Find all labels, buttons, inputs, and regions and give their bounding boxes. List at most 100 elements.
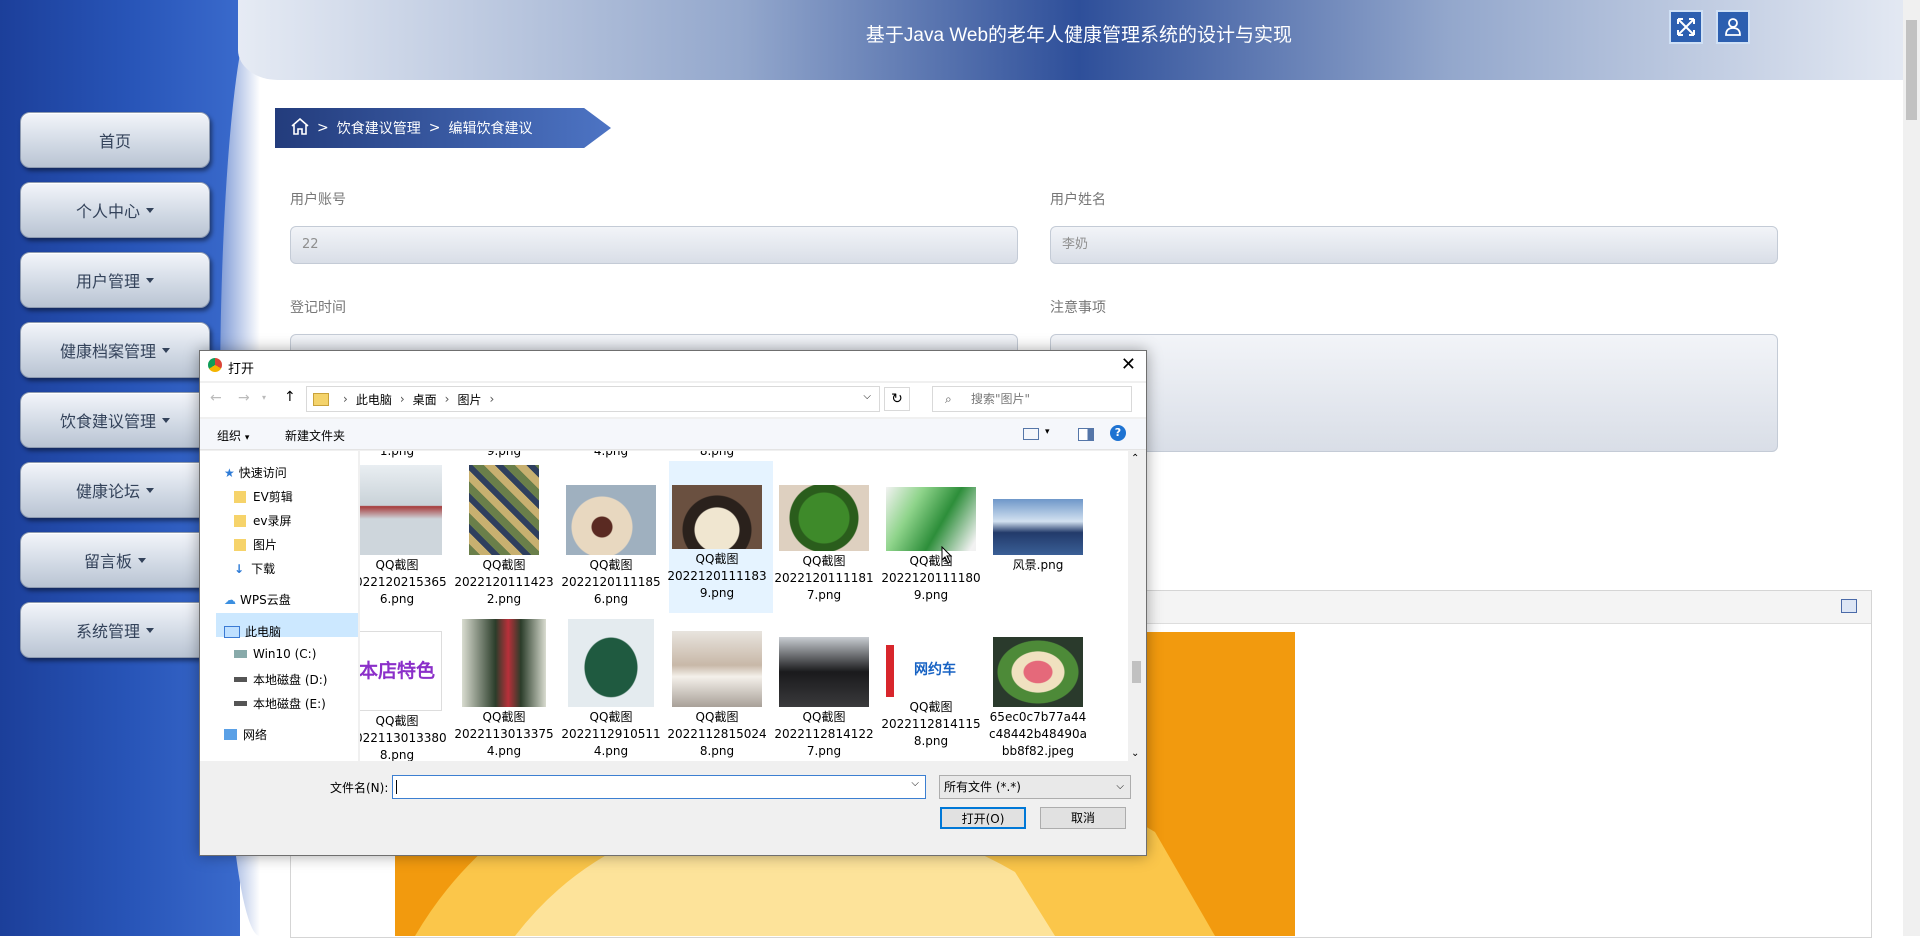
nav-quick-access[interactable]: ★ 快速访问 bbox=[224, 464, 287, 481]
nav-network[interactable]: 网络 bbox=[224, 726, 267, 743]
new-folder-button[interactable]: 新建文件夹 bbox=[285, 427, 345, 444]
download-icon: ↓ bbox=[234, 561, 245, 576]
recent-dropdown-icon[interactable]: ▾ bbox=[262, 393, 266, 402]
chevron-down-icon[interactable]: ▾ bbox=[1045, 427, 1050, 437]
chevron-down-icon bbox=[146, 277, 154, 283]
sidebar-item-personal-center[interactable]: 个人中心 bbox=[20, 182, 210, 238]
file-item-partial[interactable]: 9.png bbox=[454, 451, 554, 460]
file-item-selected[interactable]: QQ截图 2022120111183 9.png bbox=[667, 485, 767, 602]
user-button[interactable] bbox=[1716, 10, 1750, 44]
sidebar-item-home[interactable]: 首页 bbox=[20, 112, 210, 168]
chevron-down-icon bbox=[146, 627, 154, 633]
time-label: 登记时间 bbox=[290, 300, 346, 316]
sidebar-item-message-board[interactable]: 留言板 bbox=[20, 532, 210, 588]
open-button[interactable]: 打开(O) bbox=[940, 807, 1026, 829]
sidebar-item-system-management[interactable]: 系统管理 bbox=[20, 602, 210, 658]
nav-this-pc[interactable]: 此电脑 bbox=[224, 623, 281, 640]
file-item[interactable]: QQ截图 2022120111181 7.png bbox=[774, 485, 874, 604]
help-icon[interactable]: ? bbox=[1110, 425, 1126, 441]
file-item[interactable]: 65ec0c7b77a44 c48442b48490a bb8f82.jpeg bbox=[988, 637, 1088, 760]
sidebar-item-user-management[interactable]: 用户管理 bbox=[20, 252, 210, 308]
close-icon[interactable]: ✕ bbox=[1121, 355, 1136, 375]
file-item[interactable]: QQ截图 2022120111423 2.png bbox=[454, 465, 554, 608]
mouse-cursor-icon bbox=[941, 546, 953, 564]
file-item[interactable]: QQ截图 2022112815024 8.png bbox=[667, 631, 767, 760]
account-label: 用户账号 bbox=[290, 192, 346, 208]
filename-input[interactable]: ⌵ bbox=[392, 775, 926, 799]
breadcrumb-diet-management[interactable]: 饮食建议管理 bbox=[337, 118, 421, 138]
path-desktop[interactable]: 桌面 bbox=[413, 391, 437, 408]
chevron-down-icon bbox=[146, 487, 154, 493]
filename-label: 文件名(N): bbox=[330, 781, 389, 795]
view-icon[interactable] bbox=[1023, 428, 1039, 440]
file-item[interactable]: QQ截图 2022120111180 9.png bbox=[881, 487, 981, 604]
sidebar-item-health-forum[interactable]: 健康论坛 bbox=[20, 462, 210, 518]
organize-button[interactable]: 组织 ▾ bbox=[217, 427, 249, 444]
nav-drive-d[interactable]: 本地磁盘 (D:) bbox=[234, 671, 327, 688]
open-file-dialog: 打开 ✕ ← → ▾ ↑ › 此电脑 › 桌面 › 图片 › ⌵ ↻ ⌕ 搜索"… bbox=[199, 350, 1147, 856]
user-icon bbox=[1725, 18, 1741, 36]
preview-pane-icon[interactable] bbox=[1078, 428, 1094, 441]
file-item[interactable]: QQ截图 2022120111185 6.png bbox=[561, 485, 661, 608]
nav-folder-downloads[interactable]: ↓ 下载 bbox=[234, 560, 275, 577]
chevron-down-icon[interactable]: ⌵ bbox=[863, 391, 871, 402]
sidebar-item-label: 健康论坛 bbox=[75, 482, 140, 501]
up-icon[interactable]: ↑ bbox=[284, 389, 296, 405]
file-item[interactable]: QQ截图 2022113013375 4.png bbox=[454, 619, 554, 760]
header: 基于Java Web的老年人健康管理系统的设计与实现 bbox=[238, 0, 1920, 80]
sidebar-item-label: 饮食建议管理 bbox=[59, 412, 156, 431]
sidebar-item-diet-advice[interactable]: 饮食建议管理 bbox=[20, 392, 210, 448]
drive-icon bbox=[234, 650, 247, 658]
file-item-partial[interactable]: 1.png bbox=[360, 451, 447, 460]
address-bar[interactable]: › 此电脑 › 桌面 › 图片 › ⌵ bbox=[306, 386, 880, 412]
file-item[interactable]: QQ截图20221202153656.png bbox=[360, 465, 447, 608]
file-item[interactable]: 网约车 QQ截图 2022112814115 8.png bbox=[881, 645, 981, 750]
filetype-select[interactable]: 所有文件 (*.*) ⌵ bbox=[939, 775, 1131, 799]
file-item[interactable]: 风景.png bbox=[988, 499, 1088, 574]
nav-folder-pictures[interactable]: 图片 bbox=[234, 536, 277, 553]
notes-textarea[interactable] bbox=[1050, 334, 1778, 452]
page-scrollbar[interactable] bbox=[1903, 0, 1920, 936]
file-item[interactable]: QQ截图 2022112814122 7.png bbox=[774, 637, 874, 760]
search-input[interactable]: ⌕ 搜索"图片" bbox=[932, 386, 1132, 412]
image-thumbnail bbox=[886, 487, 976, 551]
nav-folder-ev-record[interactable]: ev录屏 bbox=[234, 512, 292, 529]
account-field[interactable]: 22 bbox=[290, 226, 1018, 264]
dialog-title: 打开 bbox=[228, 362, 255, 377]
file-item-partial[interactable]: 4.png bbox=[561, 451, 661, 460]
forward-icon[interactable]: → bbox=[238, 390, 250, 406]
page-title: 基于Java Web的老年人健康管理系统的设计与实现 bbox=[865, 25, 1293, 46]
nav-wps-cloud[interactable]: ☁ WPS云盘 bbox=[224, 591, 291, 608]
refresh-icon[interactable]: ↻ bbox=[884, 387, 910, 411]
breadcrumb-sep: > bbox=[428, 120, 441, 136]
image-thumbnail bbox=[469, 465, 539, 555]
nav-drive-c[interactable]: Win10 (C:) bbox=[234, 647, 316, 661]
back-icon[interactable]: ← bbox=[210, 390, 222, 406]
file-item[interactable]: QQ截图 2022112910511 4.png bbox=[561, 619, 661, 760]
source-icon[interactable] bbox=[1841, 599, 1857, 613]
path-this-pc[interactable]: 此电脑 bbox=[356, 391, 392, 408]
file-list-scrollbar[interactable]: ⌃ ⌄ bbox=[1128, 451, 1145, 761]
computer-icon bbox=[224, 625, 240, 638]
nav-drive-e[interactable]: 本地磁盘 (E:) bbox=[234, 695, 326, 712]
nav-folder-ev-edit[interactable]: EV剪辑 bbox=[234, 488, 293, 505]
dialog-footer: 文件名(N): ⌵ 所有文件 (*.*) ⌵ 打开(O) 取消 bbox=[200, 761, 1146, 855]
chevron-down-icon bbox=[146, 207, 154, 213]
file-item-partial[interactable]: 8.png bbox=[667, 451, 767, 460]
breadcrumb: > 饮食建议管理 > 编辑饮食建议 bbox=[275, 108, 611, 148]
name-field[interactable]: 李奶 bbox=[1050, 226, 1778, 264]
file-item[interactable]: 本店特色 QQ截图20221130133808.png bbox=[360, 631, 447, 761]
home-icon[interactable] bbox=[291, 117, 309, 139]
image-thumbnail bbox=[779, 637, 869, 707]
folder-icon bbox=[234, 538, 246, 551]
image-thumbnail bbox=[568, 619, 654, 707]
folder-icon bbox=[234, 514, 246, 527]
cancel-button[interactable]: 取消 bbox=[1040, 807, 1126, 829]
sidebar-item-health-records[interactable]: 健康档案管理 bbox=[20, 322, 210, 378]
sidebar-item-label: 系统管理 bbox=[75, 622, 140, 641]
scroll-thumb[interactable] bbox=[1132, 661, 1141, 683]
path-pictures[interactable]: 图片 bbox=[457, 391, 481, 408]
chevron-down-icon[interactable]: ⌵ bbox=[911, 778, 919, 789]
fullscreen-button[interactable] bbox=[1669, 10, 1703, 44]
chevron-down-icon bbox=[162, 417, 170, 423]
